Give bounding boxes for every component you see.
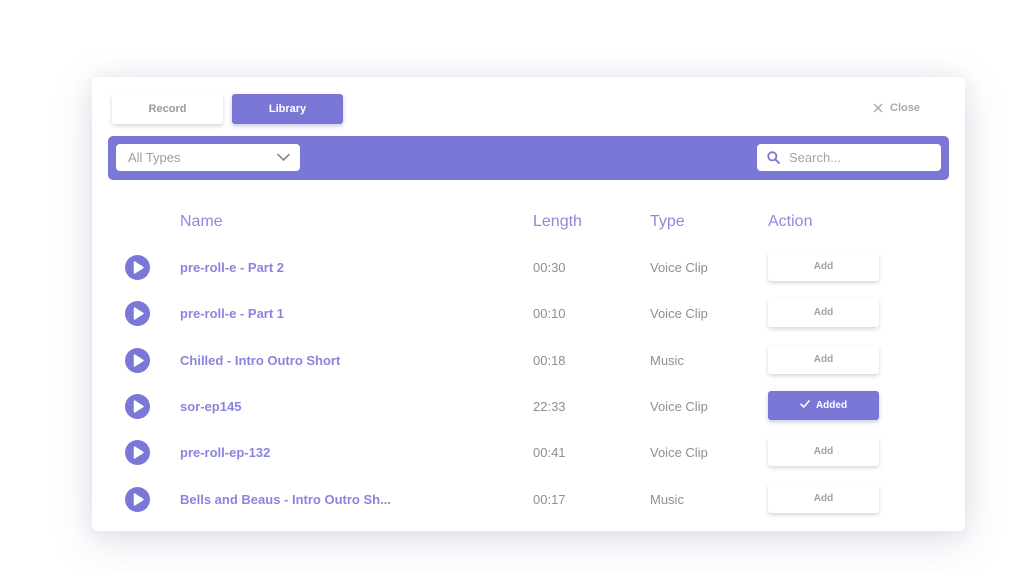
clip-type: Voice Clip <box>650 260 708 275</box>
clip-length: 00:18 <box>533 352 566 368</box>
clip-type: Voice Clip <box>650 398 708 414</box>
add-button-label: Add <box>813 353 834 365</box>
table-row: pre-roll-e - Part 1 00:10 Voice Clip Add <box>92 291 965 337</box>
clip-name[interactable]: pre-roll-ep-132 <box>180 445 270 460</box>
check-icon <box>800 400 810 411</box>
search-input[interactable] <box>789 150 929 165</box>
play-icon[interactable] <box>125 486 150 512</box>
column-header-action: Action <box>768 213 813 230</box>
clip-length: 00:30 <box>533 260 566 275</box>
search-icon <box>767 151 780 164</box>
table-row: sor-ep145 22:33 Voice Clip Added <box>92 384 965 430</box>
clip-length: 00:17 <box>533 491 566 507</box>
table-row: Chilled - Intro Outro Short 00:18 Music … <box>92 338 965 384</box>
clip-type: Voice Clip <box>650 306 708 322</box>
library-modal: Record Library Close All Types Name Leng… <box>92 77 965 531</box>
add-button-label: Add <box>813 261 834 272</box>
play-icon[interactable] <box>125 440 150 466</box>
clip-length: 00:10 <box>533 306 566 322</box>
close-button[interactable]: Close <box>873 102 920 114</box>
table-row: Bells and Beaus - Intro Outro Sh... 00:1… <box>92 477 965 523</box>
clip-length: 22:33 <box>533 398 566 414</box>
clip-name[interactable]: sor-ep145 <box>180 399 241 414</box>
table-header: Name Length Type Action <box>92 213 965 233</box>
clip-name[interactable]: pre-roll-e - Part 1 <box>180 306 284 321</box>
add-button-label: Add <box>813 492 834 504</box>
added-button[interactable]: Added <box>768 390 879 420</box>
add-button-label: Add <box>813 446 834 458</box>
clip-name[interactable]: Chilled - Intro Outro Short <box>180 353 340 368</box>
add-button-label: Add <box>813 307 834 319</box>
clip-name[interactable]: pre-roll-e - Part 2 <box>180 260 284 275</box>
type-filter-value: All Types <box>128 150 181 165</box>
add-button[interactable]: Add <box>768 252 879 281</box>
column-header-length[interactable]: Length <box>533 213 582 231</box>
search-box <box>757 144 941 171</box>
add-button-label: Added <box>815 399 848 411</box>
play-icon[interactable] <box>125 347 150 373</box>
clip-type: Voice Clip <box>650 445 708 461</box>
add-button[interactable]: Add <box>768 483 879 513</box>
chevron-down-icon <box>277 153 290 162</box>
tab-bar: Record Library <box>112 94 343 124</box>
table-row: pre-roll-e - Part 2 00:30 Voice Clip Add <box>92 245 965 291</box>
clip-name[interactable]: Bells and Beaus - Intro Outro Sh... <box>180 492 391 507</box>
filter-bar: All Types <box>108 136 949 180</box>
play-icon[interactable] <box>125 255 150 280</box>
close-icon <box>873 103 883 113</box>
tab-library[interactable]: Library <box>232 94 343 124</box>
play-icon[interactable] <box>125 393 150 419</box>
table-row: pre-roll-ep-132 00:41 Voice Clip Add <box>92 430 965 476</box>
type-filter-select[interactable]: All Types <box>116 144 300 171</box>
tab-record[interactable]: Record <box>112 94 223 124</box>
clip-type: Music <box>650 491 684 507</box>
add-button[interactable]: Add <box>768 344 879 374</box>
clip-length: 00:41 <box>533 445 566 461</box>
close-label: Close <box>890 102 920 114</box>
add-button[interactable]: Add <box>768 298 879 328</box>
column-header-name[interactable]: Name <box>180 213 223 231</box>
clip-type: Music <box>650 352 684 368</box>
play-icon[interactable] <box>125 301 150 327</box>
add-button[interactable]: Add <box>768 437 879 467</box>
column-header-type[interactable]: Type <box>650 213 685 231</box>
